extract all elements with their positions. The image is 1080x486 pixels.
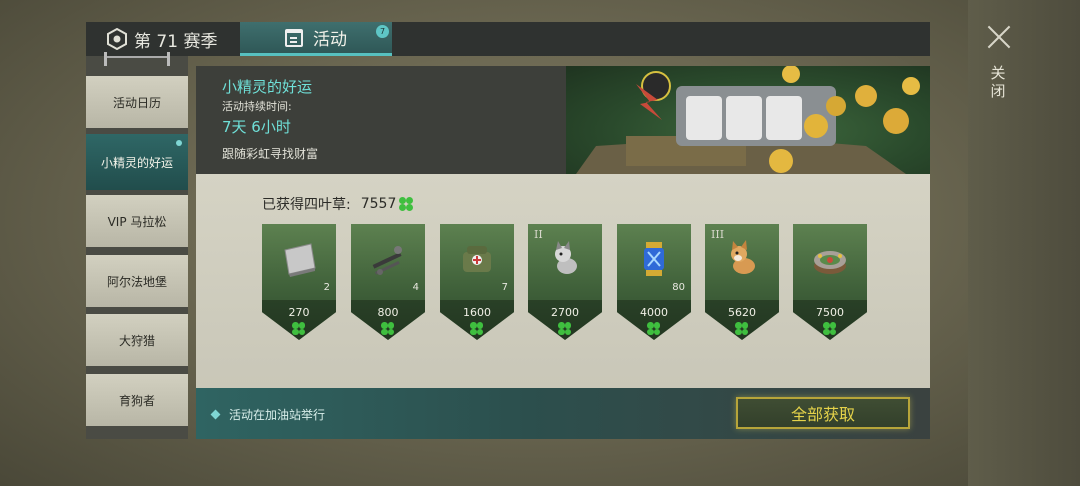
four-leaf-clover-icon xyxy=(558,322,571,335)
location-note: 活动在加油站举行 xyxy=(210,406,326,423)
reward-card-5[interactable]: 80 4000 xyxy=(617,224,691,340)
slot-machine-banner-art xyxy=(566,66,930,174)
reward-card-2[interactable]: 4 800 xyxy=(351,224,425,340)
reward-cost: 270 xyxy=(288,306,310,319)
four-leaf-clover-icon xyxy=(399,197,414,211)
close-icon[interactable] xyxy=(984,22,1014,52)
sidebar-item-dog-breeder[interactable]: 育狗者 xyxy=(86,374,188,426)
sidebar-item-label: 小精灵的好运 xyxy=(100,155,173,170)
sidebar-item-big-hunt[interactable]: 大狩猎 xyxy=(86,314,188,366)
sidebar-item-label: VIP 马拉松 xyxy=(107,214,167,229)
four-leaf-clover-icon xyxy=(381,322,394,335)
event-duration-label: 活动持续时间: xyxy=(222,100,292,113)
clover-counter: 已获得四叶草: 7557 xyxy=(262,194,414,214)
reward-cost: 7500 xyxy=(816,306,844,319)
four-leaf-clover-icon xyxy=(735,322,748,335)
four-leaf-clover-icon xyxy=(647,322,660,335)
tab-season-label: 第 71 赛季 xyxy=(134,31,218,52)
reward-card-3[interactable]: 7 1600 xyxy=(440,224,514,340)
reward-card-4[interactable]: II 2700 xyxy=(528,224,602,340)
reward-cost: 4000 xyxy=(640,306,668,319)
husky-puppy-icon xyxy=(555,241,577,274)
sidebar-item-alpha-bunker[interactable]: 阿尔法地堡 xyxy=(86,255,188,307)
clover-counter-label: 已获得四叶草: xyxy=(262,197,351,213)
weapon-parts-icon xyxy=(372,246,402,275)
activity-count-badge: 7 xyxy=(376,25,389,38)
tab-activities-label: 活动 xyxy=(313,30,347,50)
event-sidebar: 活动日历 小精灵的好运 VIP 马拉松 阿尔法地堡 大狩猎 育狗者 xyxy=(86,52,188,439)
sidebar-item-label: 活动日历 xyxy=(112,95,161,110)
sidebar-item-leprechaun-luck[interactable]: 小精灵的好运 xyxy=(86,134,188,190)
season-emblem-icon xyxy=(106,27,128,51)
four-leaf-clover-icon xyxy=(292,322,305,335)
four-leaf-clover-icon xyxy=(823,322,836,335)
sidebar-item-vip-marathon[interactable]: VIP 马拉松 xyxy=(86,195,188,247)
tier-label: II xyxy=(534,228,543,241)
tab-activities[interactable]: 活动 xyxy=(240,22,392,56)
calendar-icon xyxy=(285,28,303,47)
roulette-cake-icon xyxy=(814,251,846,274)
location-note-text: 活动在加油站举行 xyxy=(229,408,326,422)
notification-dot xyxy=(176,140,182,146)
corgi-puppy-icon xyxy=(731,240,755,274)
reward-quantity: 4 xyxy=(412,282,419,293)
right-side-panel xyxy=(968,0,1080,486)
reward-card-1[interactable]: 2 270 xyxy=(262,224,336,340)
reward-quantity: 7 xyxy=(501,282,508,293)
claim-all-button[interactable]: 全部获取 xyxy=(736,397,910,429)
sidebar-item-calendar[interactable]: 活动日历 xyxy=(86,76,188,128)
reward-cost: 2700 xyxy=(551,306,579,319)
event-panel: 小精灵的好运 活动持续时间: 7天 6小时 跟随彩虹寻找财富 已获得四叶草: 7… xyxy=(196,66,930,439)
medkit-bag-icon xyxy=(463,246,491,272)
sidebar-rail xyxy=(104,52,170,68)
sidebar-item-label: 阿尔法地堡 xyxy=(106,274,167,289)
event-description: 跟随彩虹寻找财富 xyxy=(222,147,319,161)
sidebar-item-label: 大狩猎 xyxy=(118,333,155,348)
diamond-bullet-icon xyxy=(210,409,221,420)
clover-counter-value: 7557 xyxy=(360,196,397,212)
event-duration-value: 7天 6小时 xyxy=(222,118,291,136)
reward-cost: 800 xyxy=(377,306,399,319)
energy-canister-icon xyxy=(644,242,664,276)
sidebar-item-label: 育狗者 xyxy=(118,393,155,408)
reward-card-7[interactable]: 7500 xyxy=(793,224,867,340)
tab-season[interactable]: 第 71 赛季 xyxy=(86,22,240,56)
reward-quantity: 80 xyxy=(672,282,685,293)
top-tab-bar: 第 71 赛季 活动 xyxy=(86,22,930,56)
reward-cost: 5620 xyxy=(728,306,756,319)
close-label[interactable]: 关闭 xyxy=(988,64,1008,100)
steel-plate-icon xyxy=(284,243,316,277)
four-leaf-clover-icon xyxy=(470,322,483,335)
reward-track: 已获得四叶草: 7557 2 270 4 800 7 1600 II 2700 … xyxy=(196,174,930,388)
event-footer: 活动在加油站举行 全部获取 xyxy=(196,388,930,439)
event-title: 小精灵的好运 xyxy=(222,78,313,96)
reward-quantity: 2 xyxy=(323,282,330,293)
reward-card-6[interactable]: III 5620 xyxy=(705,224,779,340)
event-banner: 小精灵的好运 活动持续时间: 7天 6小时 跟随彩虹寻找财富 xyxy=(196,66,930,174)
reward-cost: 1600 xyxy=(463,306,491,319)
